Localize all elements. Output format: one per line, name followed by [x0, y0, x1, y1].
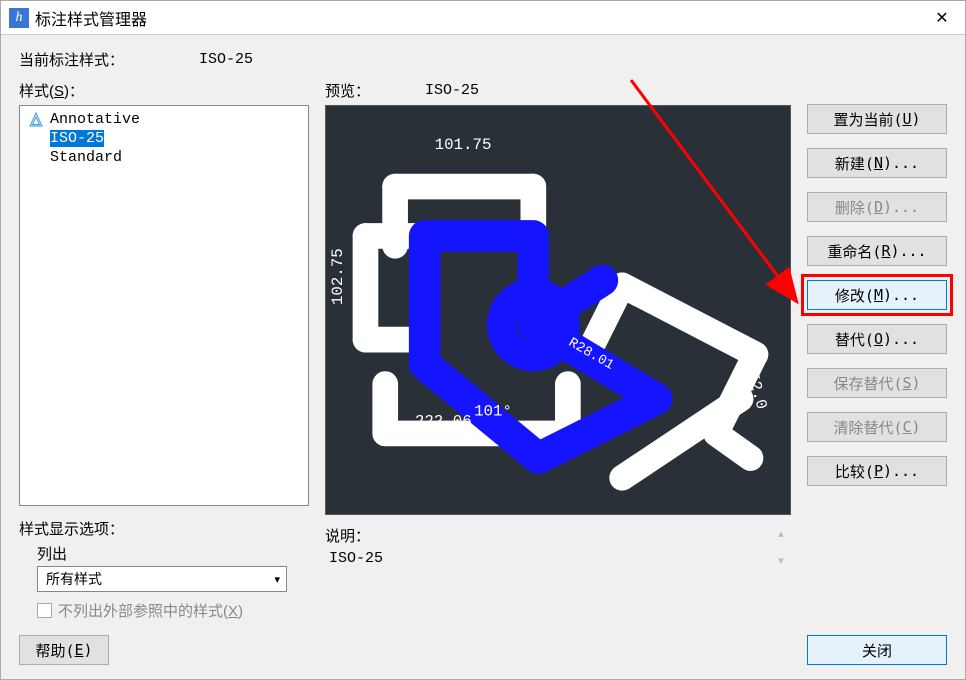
description-scrollbar[interactable]: ▴ ▾: [771, 525, 791, 569]
save-override-button[interactable]: 保存替代(S): [807, 368, 947, 398]
list-item-label: Standard: [50, 149, 122, 166]
dim-text-angle: 101°: [474, 403, 512, 421]
checkbox-icon: [37, 603, 52, 618]
dim-text-left: 102.75: [329, 248, 347, 305]
middle-column: 预览： ISO-25: [325, 80, 791, 621]
current-style-row: 当前标注样式： ISO-25: [19, 49, 947, 70]
styles-listbox[interactable]: Annotative ISO-25 Standard: [19, 105, 309, 506]
compare-button[interactable]: 比较(P)...: [807, 456, 947, 486]
preview-pane: 101.75 102.75 222.06 101° 152.0 R28.01: [325, 105, 791, 515]
list-item[interactable]: Standard: [24, 148, 304, 167]
left-column: 样式(S)： AnnotativeISO-25Standard 样式显示选项： …: [19, 80, 309, 621]
new-button[interactable]: 新建(N)...: [807, 148, 947, 178]
scroll-down-icon: ▾: [778, 554, 784, 567]
combo-value: 所有样式: [46, 569, 102, 589]
help-button[interactable]: 帮助(E): [19, 635, 109, 665]
dim-text-top: 101.75: [435, 136, 492, 154]
chevron-down-icon: ▾: [274, 573, 280, 586]
description-label: 说明：: [325, 525, 771, 546]
list-item[interactable]: ISO-25: [24, 129, 304, 148]
description-value: ISO-25: [325, 548, 771, 569]
preview-label: 预览：: [325, 80, 425, 101]
dimension-style-manager-dialog: h 标注样式管理器 ✕ 当前标注样式： ISO-25 样式(S)： Annota…: [0, 0, 966, 680]
titlebar: h 标注样式管理器 ✕: [1, 1, 965, 35]
override-button[interactable]: 替代(O)...: [807, 324, 947, 354]
scroll-up-icon: ▴: [778, 527, 784, 540]
list-filter-combobox[interactable]: 所有样式 ▾: [37, 566, 287, 592]
display-options-label: 样式显示选项：: [19, 518, 309, 539]
preview-style-name: ISO-25: [425, 82, 479, 99]
app-icon: h: [9, 8, 29, 28]
set-current-button[interactable]: 置为当前(U): [807, 104, 947, 134]
list-item-label: ISO-25: [50, 130, 104, 147]
current-style-label: 当前标注样式：: [19, 49, 199, 70]
rename-button[interactable]: 重命名(R)...: [807, 236, 947, 266]
clear-override-button[interactable]: 清除替代(C): [807, 412, 947, 442]
annotative-icon: [28, 112, 46, 128]
window-title: 标注样式管理器: [35, 6, 147, 30]
list-label: 列出: [37, 543, 309, 564]
dialog-content: 当前标注样式： ISO-25 样式(S)： Annotative ISO-25 St…: [1, 35, 965, 679]
annotation-highlight-box: [801, 274, 953, 316]
list-item-label: Annotative: [50, 111, 140, 128]
close-button[interactable]: 关闭: [807, 635, 947, 665]
styles-label: 样式(S)：: [19, 80, 309, 101]
list-item[interactable]: Annotative: [24, 110, 304, 129]
hide-xref-label: 不列出外部参照中的样式(X): [58, 600, 243, 621]
delete-button[interactable]: 删除(D)...: [807, 192, 947, 222]
dim-text-bottom: 222.06: [415, 413, 472, 431]
hide-xref-checkbox-row[interactable]: 不列出外部参照中的样式(X): [37, 600, 309, 621]
right-button-column: 置为当前(U) 新建(N)... 删除(D)... 重命名(R)... 修改(M…: [807, 80, 947, 621]
close-icon[interactable]: ✕: [919, 1, 965, 34]
current-style-value: ISO-25: [199, 51, 253, 68]
